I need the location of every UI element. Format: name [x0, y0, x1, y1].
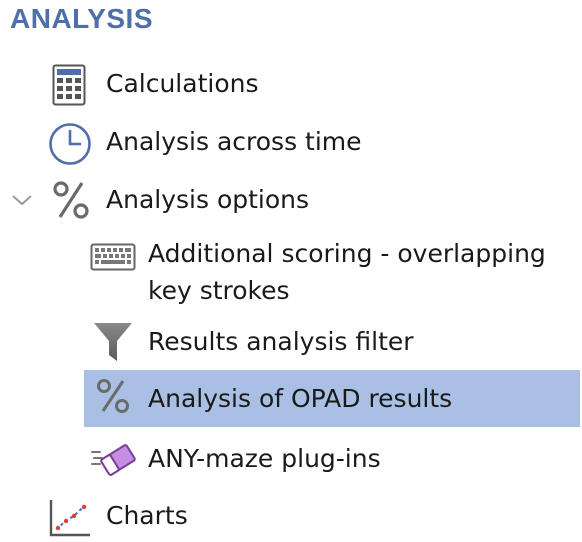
tree-item-results-analysis-filter[interactable]: Results analysis filter: [0, 320, 582, 366]
tree-item-charts[interactable]: Charts: [0, 494, 582, 540]
tree-item-label-line2: key strokes: [148, 276, 290, 305]
filter-funnel-icon: [92, 321, 134, 367]
tree-item-label: Charts: [106, 501, 188, 530]
tree-item-analysis-options[interactable]: Analysis options: [0, 178, 582, 224]
tree-item-additional-scoring[interactable]: Additional scoring - overlapping key str…: [0, 234, 582, 310]
tree-item-label: ANY-maze plug-ins: [148, 444, 381, 473]
chevron-down-icon[interactable]: [11, 192, 33, 211]
clock-icon: [48, 122, 92, 170]
percent-icon: [96, 378, 130, 418]
plugin-eraser-icon: [90, 440, 136, 484]
tree-item-analysis-across-time[interactable]: Analysis across time: [0, 120, 582, 166]
tree-item-label: Analysis options: [106, 185, 310, 214]
tree-item-label-line1: Additional scoring - overlapping: [148, 239, 546, 268]
calculator-icon: [52, 64, 86, 110]
tree-item-anymaze-plugins[interactable]: ANY-maze plug-ins: [0, 437, 582, 483]
tree-item-analysis-of-opad-results[interactable]: Analysis of OPAD results: [0, 370, 582, 427]
chart-icon: [48, 498, 92, 542]
percent-icon: [52, 180, 90, 224]
tree-item-calculations[interactable]: Calculations: [0, 62, 582, 108]
keyboard-icon: [90, 243, 136, 275]
tree-item-label: Results analysis filter: [148, 327, 414, 356]
tree-item-label: Analysis of OPAD results: [148, 384, 453, 413]
tree-item-label: Calculations: [106, 69, 259, 98]
tree-item-label: Analysis across time: [106, 127, 362, 156]
section-title: ANALYSIS: [10, 3, 154, 34]
